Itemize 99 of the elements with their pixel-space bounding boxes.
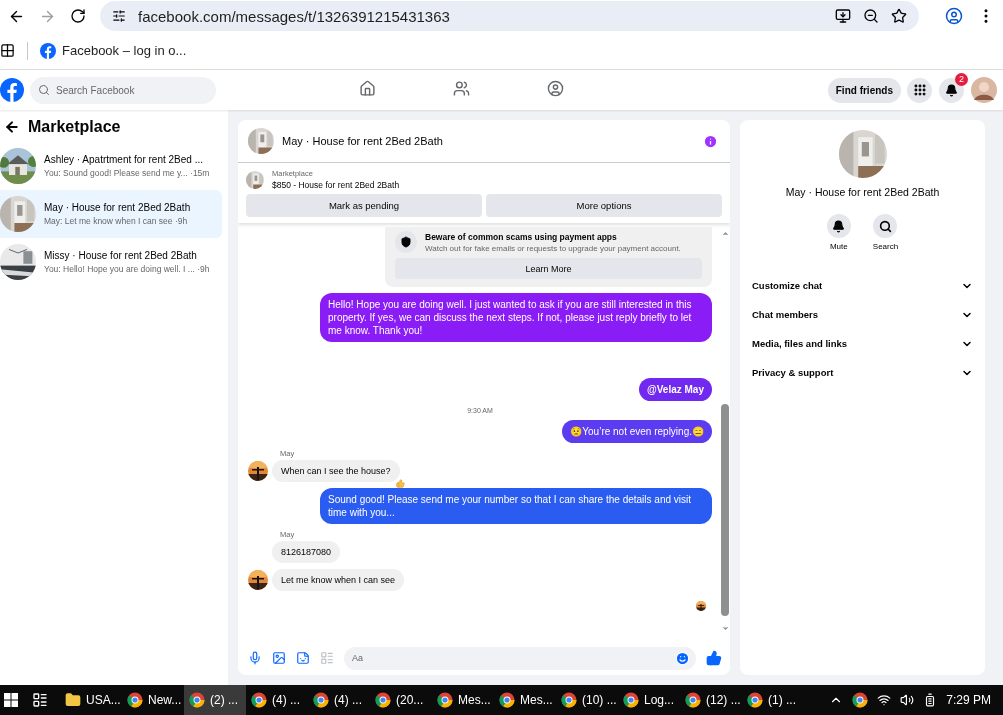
back-icon[interactable] (4, 119, 20, 135)
notice-text: Watch out for fake emails or requests to upgrade your payment account. (425, 243, 681, 253)
volume-icon[interactable] (900, 693, 915, 707)
chrome-icon (747, 692, 763, 708)
info-icon[interactable] (703, 133, 718, 149)
mute-button[interactable] (826, 214, 851, 238)
received-message: 8126187080 (272, 541, 341, 563)
bell-icon (945, 83, 958, 97)
conversation-title: Ashley · Apatrtment for rent 2Bed ... (44, 154, 204, 165)
chrome-icon (251, 692, 267, 708)
address-bar[interactable]: facebook.com/messages/t/1326391215431363 (100, 1, 919, 31)
listing-title[interactable]: $850 - House for rent 2Bed 2Bath (272, 180, 400, 190)
taskbar-app[interactable]: (4) ... (246, 685, 308, 715)
conversation-preview: May: Let me know when I can see ·9h (44, 216, 189, 226)
sidebar-title: Marketplace (28, 118, 121, 136)
microphone-icon[interactable] (248, 651, 262, 665)
sent-message: Hello! Hope you are doing well. I just wanted to ask if you are still interested in this property. If yes, we can discuss the next steps. If not, please just reply briefly to let me know. Thank you! (320, 293, 712, 342)
chrome-icon (499, 692, 515, 708)
received-message: Let me know when I can see (272, 569, 405, 591)
friends-icon (453, 80, 471, 97)
listing-action-button[interactable]: Mark as pending (246, 194, 482, 217)
chrome-icon (375, 692, 391, 708)
search-button[interactable] (873, 214, 898, 238)
message-field[interactable]: Aa (344, 646, 696, 670)
wifi-icon[interactable] (877, 693, 892, 707)
task-view-icon[interactable] (32, 692, 48, 708)
photo-icon[interactable] (272, 651, 286, 665)
sent-message: @Velaz May (639, 378, 712, 401)
received-message: When can I see the house? (272, 460, 400, 482)
chrome-icon (685, 692, 701, 708)
search-field[interactable]: Search Facebook (30, 76, 216, 104)
learn-more-button[interactable]: Learn More (395, 258, 702, 279)
bookmark-star-icon[interactable] (891, 8, 907, 24)
action-label: Mute (829, 242, 848, 251)
windows-logo-icon[interactable] (4, 693, 18, 707)
chrome-icon (623, 692, 639, 708)
shield-icon (400, 236, 412, 248)
taskbar-app[interactable]: (4) ... (308, 685, 370, 715)
facebook-logo-icon[interactable] (0, 78, 24, 102)
contact-name: May · House for rent 2Bed 2Bath (785, 186, 940, 198)
scroll-up-icon[interactable] (720, 229, 730, 238)
conversation-title: Missy · House for rent 2Bed 2Bath (44, 250, 198, 261)
profile-icon[interactable] (945, 7, 963, 25)
details-section[interactable]: Media, files and links (748, 329, 977, 358)
taskbar-app[interactable]: Mes... (432, 685, 494, 715)
action-label: Search (872, 242, 899, 251)
notification-count: 2 (955, 72, 968, 86)
taskbar-app[interactable]: (1) ... (742, 685, 804, 715)
taskbar-app[interactable]: Mes... (494, 685, 556, 715)
taskbar-app[interactable]: (10) ... (556, 685, 618, 715)
details-section[interactable]: Privacy & support (748, 358, 977, 387)
conversation-preview: You: Sound good! Please send me y... ·15m (44, 168, 210, 178)
reload-icon[interactable] (70, 8, 86, 24)
thumbs-up-icon[interactable] (706, 650, 722, 666)
menu-icon (912, 83, 927, 97)
conversation-preview: You: Hello! Hope you are doing well. I ... ·9h (44, 264, 210, 274)
groups-icon (547, 80, 565, 97)
conversation-item[interactable]: Missy · House for rent 2Bed 2Bath You: Hello! Hope you are doing well. I ... ·9h (0, 238, 222, 286)
taskbar-app[interactable]: New... (122, 685, 184, 715)
find-friends-button[interactable]: Find friends (827, 77, 901, 103)
thumbs-up-icon (396, 479, 405, 488)
chrome-icon (437, 692, 453, 708)
search-icon (879, 219, 892, 233)
chrome-icon (189, 692, 205, 708)
facebook-logo-icon[interactable] (40, 42, 56, 59)
taskbar-app[interactable]: (20... (370, 685, 432, 715)
clock[interactable]: 7:29 PM (946, 693, 991, 707)
chrome-icon (852, 692, 869, 708)
conversation-item[interactable]: May · House for rent 2Bed 2Bath May: Let me know when I can see ·9h (0, 190, 222, 238)
url-text: facebook.com/messages/t/1326391215431363 (138, 7, 451, 25)
zoom-icon[interactable] (863, 8, 879, 24)
bookmark-link[interactable]: Facebook – log in o... (40, 42, 187, 59)
folder-icon (65, 692, 81, 708)
details-section[interactable]: Chat members (748, 300, 977, 329)
chrome-icon (127, 692, 143, 708)
apps-icon[interactable] (0, 43, 15, 58)
taskbar-app[interactable]: Log... (618, 685, 680, 715)
listing-action-button[interactable]: More options (486, 194, 722, 217)
sent-message: 😟You’re not even replying.😑 (562, 420, 712, 443)
taskbar-app[interactable]: USA... (60, 685, 122, 715)
install-icon[interactable] (835, 8, 851, 24)
conversation-title: May · House for rent 2Bed 2Bath (44, 202, 191, 213)
taskbar-app[interactable]: (12) ... (680, 685, 742, 715)
bell-icon (832, 219, 846, 233)
chrome-icon (561, 692, 577, 708)
conversation-item[interactable]: Ashley · Apatrtment for rent 2Bed ... You: Sound good! Please send me y... ·15m (0, 142, 222, 190)
sent-message: Sound good! Please send me your number so that I can share the details and visit time with you... (320, 488, 712, 524)
scroll-down-icon[interactable] (720, 624, 730, 633)
site-info-icon (112, 9, 126, 23)
details-section[interactable]: Customize chat (748, 271, 977, 300)
notice-title: Beware of common scams using payment apps (425, 231, 618, 242)
profile-avatar[interactable] (971, 77, 997, 103)
taskbar-app[interactable]: (2) ... (184, 685, 246, 715)
sticker-icon[interactable] (296, 651, 310, 665)
search-icon (38, 84, 50, 96)
menu-button[interactable] (907, 77, 932, 103)
home-icon (359, 80, 377, 97)
chrome-icon (313, 692, 329, 708)
chat-title: May · House for rent 2Bed 2Bath (282, 135, 444, 147)
